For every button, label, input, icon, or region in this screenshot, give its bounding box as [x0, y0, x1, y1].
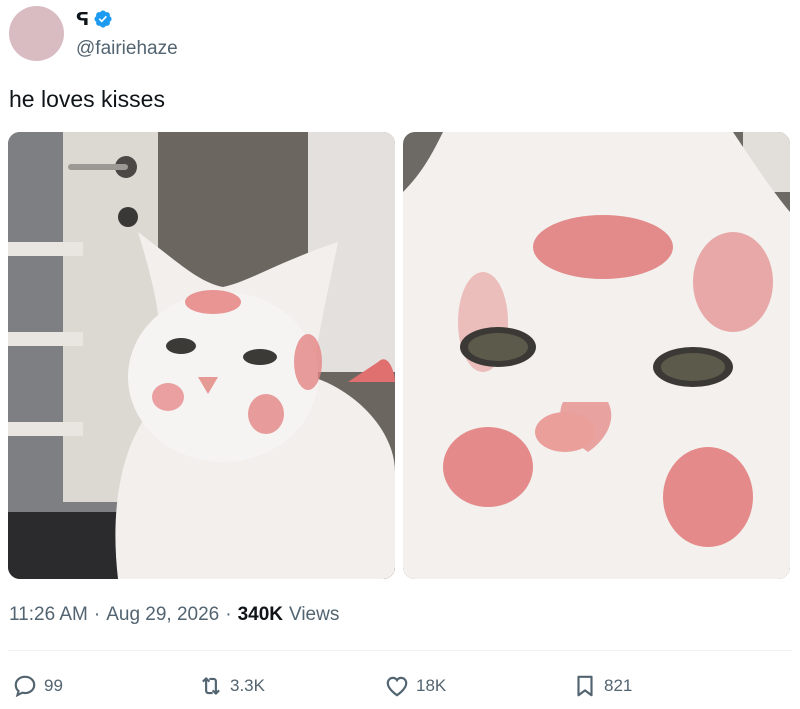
bookmark-count: 821: [604, 676, 633, 695]
author-handle[interactable]: @fairiehaze: [76, 38, 178, 60]
meta-separator: ·: [225, 604, 232, 625]
bookmark-icon: [577, 675, 593, 697]
tweet-meta: 11:26 AM · Aug 29, 2026 · 340K Views: [9, 604, 339, 626]
display-name[interactable]: ᕋ: [76, 9, 89, 30]
views-label: Views: [289, 604, 340, 625]
repost-button[interactable]: 3.3K: [198, 668, 265, 704]
tweet-time[interactable]: 11:26 AM: [9, 604, 88, 626]
bookmark-button[interactable]: 821: [572, 668, 632, 704]
tweet-date[interactable]: Aug 29, 2026: [106, 604, 219, 626]
verified-badge-icon: [93, 9, 113, 29]
heart-icon: [386, 676, 408, 697]
photo-1[interactable]: [8, 132, 395, 579]
media-grid: [8, 132, 790, 579]
action-bar: 99 3.3K 18K 821: [0, 668, 800, 704]
like-button[interactable]: 18K: [384, 668, 446, 704]
reply-button[interactable]: 99: [12, 668, 63, 704]
divider: [8, 650, 792, 651]
reply-count: 99: [44, 676, 63, 695]
author-name-row: ᕋ: [76, 8, 113, 30]
repost-icon: [202, 677, 220, 695]
avatar[interactable]: [9, 6, 64, 61]
repost-count: 3.3K: [230, 676, 265, 695]
like-count: 18K: [416, 676, 447, 695]
tweet-text: he loves kisses: [9, 86, 165, 112]
meta-separator: ·: [93, 604, 101, 625]
views-count: 340K: [237, 604, 283, 625]
photo-2[interactable]: [403, 132, 790, 579]
reply-icon: [14, 675, 36, 698]
